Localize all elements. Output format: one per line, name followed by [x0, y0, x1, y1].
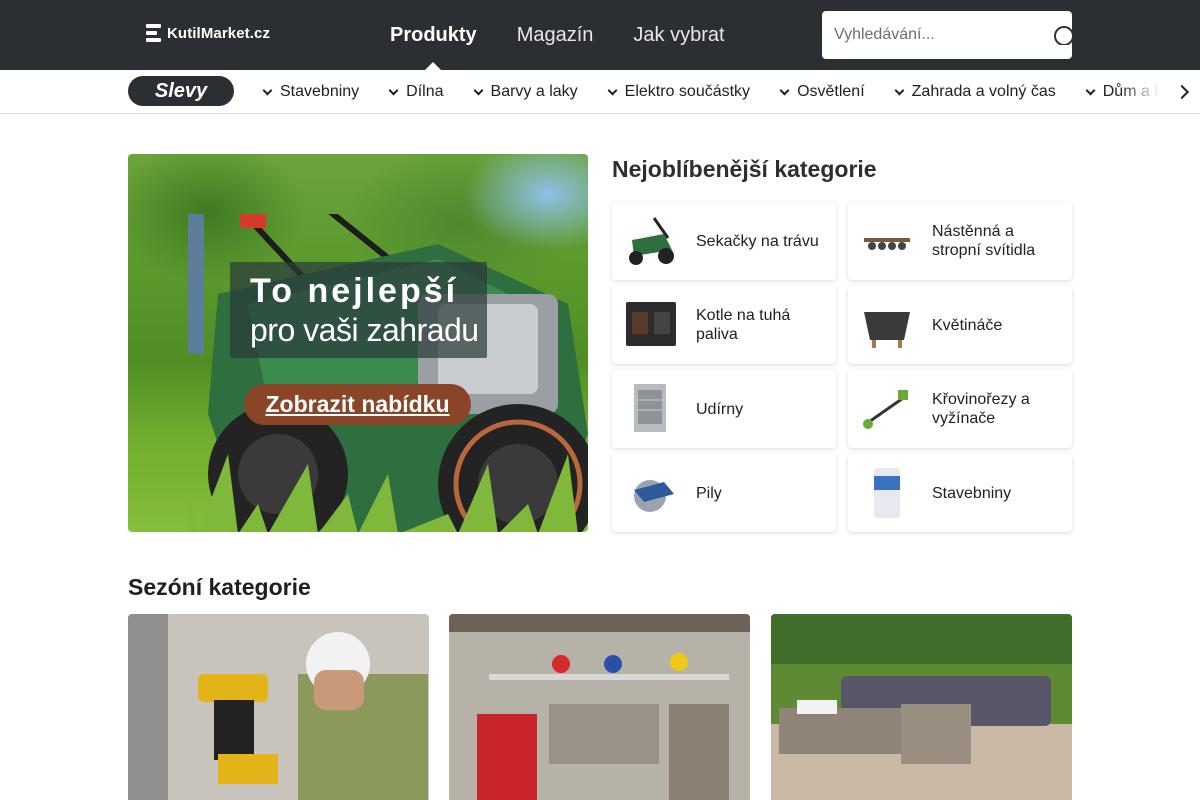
- chevron-down-icon: [388, 85, 399, 95]
- seasonal-card-garden[interactable]: [771, 614, 1072, 800]
- category-dilna[interactable]: Dílna: [388, 83, 444, 101]
- circular-saw-icon: [634, 480, 674, 512]
- category-zahrada-a-volny-cas[interactable]: Zahrada a volný čas: [894, 83, 1056, 101]
- category-label: Sekačky na trávu: [696, 232, 819, 250]
- chevron-down-icon: [779, 85, 790, 95]
- popular-categories-title: Nejoblíbenější kategorie: [612, 156, 877, 182]
- popular-category-tile[interactable]: Udírny: [612, 370, 836, 448]
- seasonal-card-workshop[interactable]: [449, 614, 750, 800]
- category-osvetleni[interactable]: Osvětlení: [779, 83, 865, 101]
- sale-button[interactable]: Slevy: [128, 76, 234, 106]
- seasonal-card-tools[interactable]: [128, 614, 429, 800]
- seasonal-categories-title: Sezóní kategorie: [128, 574, 311, 600]
- category-label: Elektro součástky: [624, 83, 751, 100]
- smoker-icon: [634, 384, 666, 432]
- main-nav: Produkty Magazín Jak vybrat: [390, 0, 725, 70]
- flowerpot-icon: [864, 312, 910, 348]
- popular-category-tile[interactable]: Sekačky na trávu: [612, 202, 836, 280]
- top-header: KutilMarket.cz Produkty Magazín Jak vybr…: [0, 0, 1200, 70]
- category-label: Stavebniny: [280, 83, 360, 100]
- garden-furniture-image: [771, 614, 1072, 800]
- chevron-down-icon: [473, 85, 483, 95]
- popular-category-tile[interactable]: Kotle na tuhá paliva: [612, 286, 836, 364]
- category-barvy-a-laky[interactable]: Barvy a laky: [473, 83, 578, 101]
- category-label: Dílna: [406, 83, 444, 100]
- category-fade: [1120, 70, 1170, 113]
- site-logo[interactable]: KutilMarket.cz: [146, 24, 270, 42]
- category-label: Kotle na tuhá paliva: [696, 307, 791, 343]
- category-list: Stavebniny Dílna Barvy a laky Elektro so…: [262, 70, 1200, 113]
- popular-category-tile[interactable]: Pily: [612, 454, 836, 532]
- logo-text: KutilMarket.cz: [167, 24, 271, 42]
- logo-icon: [146, 24, 161, 42]
- stove-icon: [626, 302, 676, 346]
- category-label: Pily: [696, 484, 722, 502]
- category-label: Křovinořezy a vyžínače: [932, 391, 1030, 427]
- lawnmower-icon: [629, 217, 674, 265]
- category-label: Květináče: [932, 316, 1003, 334]
- nav-produkty[interactable]: Produkty: [390, 0, 477, 70]
- category-label: Stavebniny: [932, 484, 1012, 502]
- chevron-down-icon: [1085, 85, 1096, 95]
- hero-title: To nejlepší: [250, 272, 459, 310]
- chevron-down-icon: [262, 85, 273, 95]
- cement-bag-icon: [874, 468, 900, 518]
- category-label: Udírny: [696, 400, 744, 418]
- category-stavebniny[interactable]: Stavebniny: [262, 83, 360, 101]
- nav-magazin[interactable]: Magazín: [517, 0, 594, 70]
- hero-banner[interactable]: To nejlepší pro vaši zahradu Zobrazit na…: [128, 154, 588, 532]
- search-input[interactable]: [822, 11, 1032, 59]
- trimmer-icon: [863, 390, 908, 429]
- category-label: Nástěnná a stropní svítidla: [932, 223, 1036, 259]
- ceiling-light-icon: [864, 238, 910, 250]
- category-label: Osvětlení: [797, 83, 865, 100]
- chevron-right-icon[interactable]: [1170, 70, 1200, 113]
- category-label: Barvy a laky: [490, 83, 578, 100]
- category-label: Zahrada a volný čas: [911, 83, 1056, 100]
- popular-category-tile[interactable]: Křovinořezy a vyžínače: [848, 370, 1072, 448]
- popular-category-tile[interactable]: Stavebniny: [848, 454, 1072, 532]
- chevron-down-icon: [894, 85, 905, 95]
- workshop-image: [449, 614, 750, 800]
- hero-subtitle: pro vaši zahradu: [250, 312, 479, 348]
- category-elektro-soucastky[interactable]: Elektro součástky: [607, 83, 751, 101]
- search-box: [822, 11, 1072, 59]
- show-offer-button[interactable]: Zobrazit nabídku: [244, 384, 471, 425]
- nav-jak-vybrat[interactable]: Jak vybrat: [633, 0, 724, 70]
- category-bar: Slevy Stavebniny Dílna Barvy a laky Elek…: [0, 70, 1200, 114]
- popular-category-tile[interactable]: Nástěnná a stropní svítidla: [848, 202, 1072, 280]
- popular-category-tile[interactable]: Květináče: [848, 286, 1072, 364]
- search-icon[interactable]: [1052, 25, 1072, 45]
- chevron-down-icon: [607, 85, 618, 95]
- drill-worker-image: [128, 614, 429, 800]
